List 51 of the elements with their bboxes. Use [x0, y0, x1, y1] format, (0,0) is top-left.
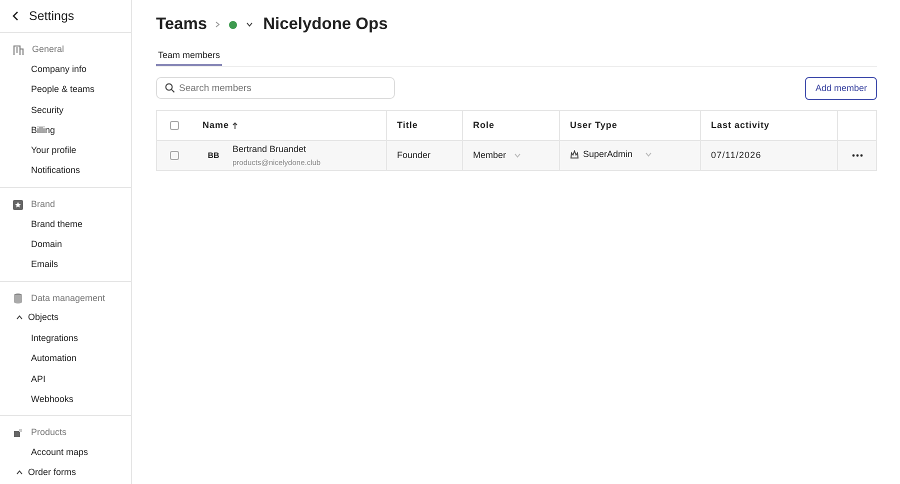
- search-icon: [165, 83, 175, 94]
- arrow-up-icon: [232, 122, 238, 129]
- avatar: BB: [206, 150, 220, 162]
- checkbox[interactable]: [170, 120, 180, 130]
- team-name: Nicelydone Ops: [263, 14, 388, 36]
- add-member-button[interactable]: Add member: [805, 76, 877, 100]
- sidebar-item[interactable]: Brand theme: [0, 214, 131, 234]
- sidebar-item[interactable]: Objects: [0, 308, 131, 328]
- section-heading: Products: [31, 426, 67, 440]
- sidebar-item[interactable]: Integrations: [0, 328, 131, 348]
- breadcrumb-link[interactable]: Teams: [156, 12, 208, 37]
- sidebar-item[interactable]: Company info: [0, 59, 131, 80]
- section-heading: Brand: [31, 198, 56, 212]
- sidebar-item[interactable]: API: [0, 368, 131, 389]
- member-name: Bertrand Bruandet: [232, 143, 308, 156]
- cube-icon: [13, 428, 23, 438]
- star-icon: [13, 200, 23, 210]
- tab[interactable]: Team members: [156, 48, 222, 66]
- back-icon[interactable]: [12, 11, 19, 21]
- sidebar-item[interactable]: Your profile: [0, 140, 131, 160]
- column-header[interactable]: Title: [397, 120, 418, 130]
- sidebar-item[interactable]: Security: [0, 100, 131, 120]
- section-heading: General: [32, 43, 64, 56]
- building-icon: [13, 44, 24, 56]
- sidebar-title: Settings: [29, 8, 74, 25]
- column-header[interactable]: Role: [473, 120, 495, 130]
- database-icon: [13, 293, 23, 304]
- caret-icon: [644, 152, 652, 157]
- column-header[interactable]: Name: [202, 120, 230, 130]
- more-icon[interactable]: [852, 154, 862, 157]
- status-dot-icon: [228, 20, 238, 30]
- section-heading: Data management: [31, 292, 106, 305]
- crown-icon: [570, 150, 579, 159]
- sidebar-item[interactable]: People & teams: [0, 79, 131, 100]
- sidebar-item[interactable]: Emails: [0, 254, 131, 275]
- sidebar-item[interactable]: Webhooks: [0, 388, 131, 410]
- sidebar-item[interactable]: Domain: [0, 234, 131, 254]
- sidebar-item[interactable]: Notifications: [0, 160, 131, 181]
- table-cell: 07/11/2026: [711, 150, 762, 160]
- column-header[interactable]: User Type: [570, 120, 618, 130]
- chevron-down-icon: [246, 22, 254, 27]
- table-cell: Founder: [397, 150, 431, 160]
- sidebar-item[interactable]: Billing: [0, 120, 131, 140]
- chevron-right-icon: [215, 21, 220, 28]
- column-header[interactable]: Last activity: [711, 120, 770, 130]
- checkbox[interactable]: [170, 150, 180, 160]
- sidebar-item[interactable]: Account maps: [0, 442, 131, 462]
- search-field[interactable]: Search members: [156, 77, 395, 100]
- sidebar-item[interactable]: Automation: [0, 348, 131, 369]
- sidebar-item[interactable]: Order forms: [0, 462, 131, 483]
- caret-icon: [514, 153, 522, 158]
